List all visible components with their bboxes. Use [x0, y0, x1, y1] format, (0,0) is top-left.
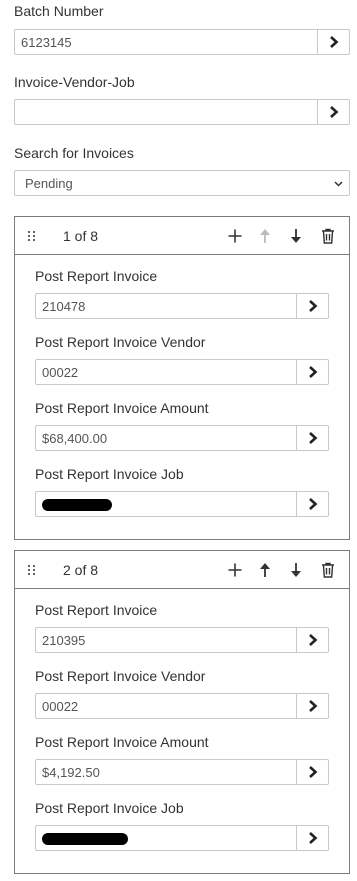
amount-go-button[interactable]: [296, 425, 329, 451]
invoice-go-button[interactable]: [296, 627, 329, 653]
invoice-go-button[interactable]: [296, 293, 329, 319]
chevron-right-icon: [308, 366, 317, 378]
move-down-button[interactable]: [288, 561, 304, 579]
invoice-card: 2 of 8 Post Report Invoice Post Report I…: [14, 550, 350, 874]
invoice-vendor-job-label: Invoice-Vendor-Job: [14, 74, 135, 90]
chevron-right-icon: [308, 432, 317, 444]
invoice-input[interactable]: [35, 627, 296, 653]
job-go-button[interactable]: [296, 491, 329, 517]
job-input[interactable]: [35, 825, 296, 851]
card-count: 2 of 8: [63, 562, 99, 578]
arrow-up-icon: [260, 229, 270, 243]
invoice-input[interactable]: [35, 293, 296, 319]
chevron-right-icon: [329, 106, 338, 118]
batch-number-label: Batch Number: [14, 3, 104, 19]
invoice-group: [35, 627, 329, 653]
chevron-right-icon: [308, 300, 317, 312]
amount-group: [35, 759, 329, 785]
plus-icon: [228, 229, 242, 243]
job-group: [35, 491, 329, 517]
amount-group: [35, 425, 329, 451]
vendor-go-button[interactable]: [296, 359, 329, 385]
redaction-mark: [42, 499, 112, 511]
search-invoices-select[interactable]: Pending: [14, 170, 350, 196]
batch-number-group: [14, 29, 350, 55]
vendor-label: Post Report Invoice Vendor: [35, 334, 206, 350]
delete-button[interactable]: [320, 227, 336, 245]
invoice-vendor-job-go-button[interactable]: [317, 99, 350, 125]
chevron-right-icon: [308, 700, 317, 712]
chevron-right-icon: [308, 832, 317, 844]
move-up-button[interactable]: [257, 227, 273, 245]
invoice-vendor-job-group: [14, 99, 350, 125]
chevron-right-icon: [308, 766, 317, 778]
vendor-group: [35, 693, 329, 719]
move-up-button[interactable]: [257, 561, 273, 579]
plus-icon: [228, 563, 242, 577]
add-item-button[interactable]: [227, 227, 243, 245]
drag-handle-icon[interactable]: [27, 564, 37, 576]
add-item-button[interactable]: [227, 561, 243, 579]
card-header: 1 of 8: [15, 217, 349, 255]
invoice-group: [35, 293, 329, 319]
search-invoices-label: Search for Invoices: [14, 145, 134, 161]
search-invoices-selected: Pending: [25, 175, 73, 191]
amount-label: Post Report Invoice Amount: [35, 400, 209, 416]
batch-number-input[interactable]: [14, 29, 317, 55]
chevron-right-icon: [308, 634, 317, 646]
redaction-mark: [42, 833, 128, 845]
chevron-down-icon: [334, 181, 343, 187]
card-count: 1 of 8: [63, 228, 99, 244]
arrow-up-icon: [260, 563, 270, 577]
invoice-label: Post Report Invoice: [35, 602, 158, 618]
vendor-input[interactable]: [35, 359, 296, 385]
delete-button[interactable]: [320, 561, 336, 579]
vendor-go-button[interactable]: [296, 693, 329, 719]
vendor-input[interactable]: [35, 693, 296, 719]
chevron-right-icon: [329, 36, 338, 48]
invoice-label: Post Report Invoice: [35, 268, 158, 284]
vendor-label: Post Report Invoice Vendor: [35, 668, 206, 684]
drag-handle-icon[interactable]: [27, 230, 37, 242]
amount-input[interactable]: [35, 759, 296, 785]
amount-go-button[interactable]: [296, 759, 329, 785]
invoice-vendor-job-input[interactable]: [14, 99, 317, 125]
arrow-down-icon: [291, 563, 301, 577]
invoice-card: 1 of 8 Post Report Invoice Post Report I…: [14, 216, 350, 540]
job-input[interactable]: [35, 491, 296, 517]
job-group: [35, 825, 329, 851]
arrow-down-icon: [291, 229, 301, 243]
vendor-group: [35, 359, 329, 385]
batch-number-go-button[interactable]: [317, 29, 350, 55]
move-down-button[interactable]: [288, 227, 304, 245]
job-label: Post Report Invoice Job: [35, 466, 184, 482]
job-go-button[interactable]: [296, 825, 329, 851]
trash-icon: [322, 228, 334, 244]
trash-icon: [322, 562, 334, 578]
amount-label: Post Report Invoice Amount: [35, 734, 209, 750]
amount-input[interactable]: [35, 425, 296, 451]
card-header: 2 of 8: [15, 551, 349, 589]
chevron-right-icon: [308, 498, 317, 510]
job-label: Post Report Invoice Job: [35, 800, 184, 816]
